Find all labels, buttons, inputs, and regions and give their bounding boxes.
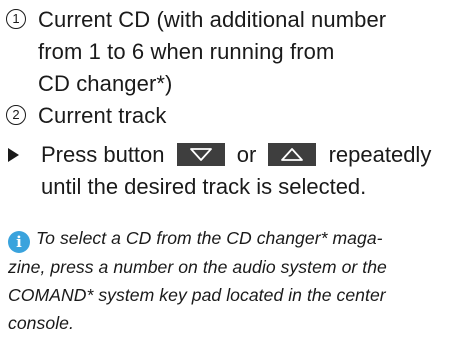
- instruction-part-3: repeatedly: [328, 142, 432, 167]
- info-icon: i: [8, 231, 30, 253]
- instruction-line-2: until the desired track is selected.: [41, 174, 367, 199]
- item-text-current-cd: Current CD (with additional number from …: [38, 4, 386, 100]
- item-line: Current track: [38, 103, 167, 128]
- manual-page: 1 Current CD (with additional number fro…: [0, 0, 459, 336]
- note-line-1: To select a CD from the CD changer* maga…: [36, 228, 383, 248]
- up-arrow-icon: [281, 147, 304, 161]
- item-text-current-track: Current track: [38, 100, 166, 132]
- down-button: [176, 142, 225, 166]
- item-number-2: 2: [6, 105, 26, 125]
- instruction-step: Press button or repeatedly until the des…: [8, 139, 431, 203]
- note-line: COMAND* system key pad located in the ce…: [8, 285, 386, 305]
- instruction-part-2: or: [236, 142, 257, 167]
- note-line: zine, press a number on the audio system…: [8, 257, 387, 277]
- item-line: Current CD (with additional number: [38, 7, 387, 32]
- note-line: i To select a CD from the CD changer* mag…: [8, 224, 456, 253]
- item-line: from 1 to 6 when running from: [38, 39, 335, 64]
- step-bullet-icon: [8, 148, 19, 162]
- instruction-text: Press button or repeatedly until the des…: [41, 139, 431, 203]
- instruction-line-1: Press button or repeatedly: [41, 139, 431, 171]
- info-note: i To select a CD from the CD changer* mag…: [8, 224, 456, 337]
- up-button: [268, 142, 317, 166]
- item-line: CD changer*): [38, 71, 173, 96]
- list-item-current-cd: 1 Current CD (with additional number fro…: [6, 4, 386, 100]
- item-number-1: 1: [6, 9, 26, 29]
- note-line: console.: [8, 313, 74, 333]
- down-arrow-icon: [189, 147, 212, 161]
- list-item-current-track: 2 Current track: [6, 100, 166, 132]
- instruction-part-1: Press button: [41, 142, 165, 167]
